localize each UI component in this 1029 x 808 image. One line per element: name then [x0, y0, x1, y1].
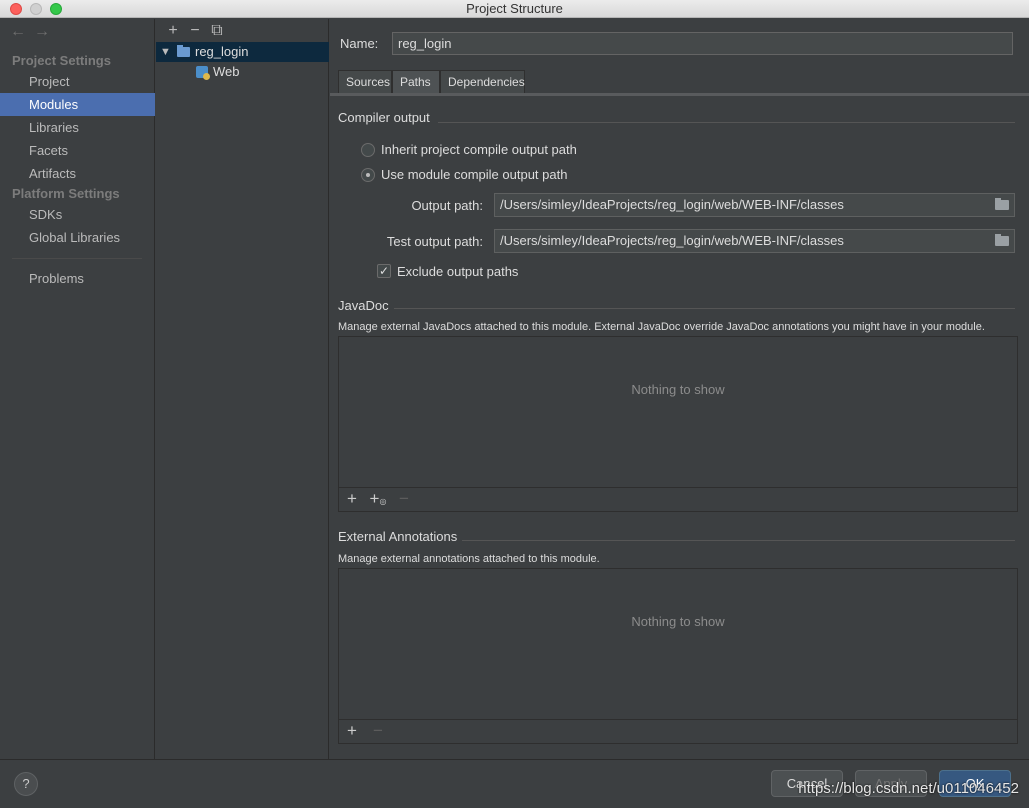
remove-icon[interactable]: − [395, 489, 413, 509]
annotations-list-toolbar: + − [339, 719, 1017, 743]
tree-toolbar: + − ⧉ [162, 22, 228, 42]
module-tree-panel: + − ⧉ ▼ reg_login Web [156, 19, 329, 759]
help-button[interactable]: ? [14, 772, 38, 796]
exclude-output-checkbox[interactable]: ✓ [377, 264, 391, 278]
inherit-output-radio[interactable] [361, 143, 375, 157]
tab-underline [330, 93, 1029, 96]
sidebar-item-facets[interactable]: Facets [0, 139, 155, 162]
use-module-output-label[interactable]: Use module compile output path [381, 167, 567, 182]
use-module-output-radio[interactable] [361, 168, 375, 182]
sidebar-divider [12, 258, 142, 259]
tree-node-web[interactable]: Web [156, 62, 329, 82]
add-module-icon[interactable]: + [162, 22, 184, 40]
web-facet-icon [196, 66, 210, 80]
name-label: Name: [340, 36, 379, 51]
remove-icon[interactable]: − [369, 721, 387, 741]
group-divider [394, 308, 1015, 309]
test-output-path-label: Test output path: [386, 234, 483, 249]
sidebar-item-project[interactable]: Project [0, 70, 155, 93]
annotations-list[interactable]: Nothing to show + − [338, 568, 1018, 744]
settings-sidebar: ← → Project Settings Project Modules Libr… [0, 19, 155, 759]
group-divider [438, 122, 1015, 123]
browse-folder-icon[interactable] [995, 234, 1009, 246]
expand-triangle-icon[interactable]: ▼ [160, 42, 171, 62]
forward-arrow-icon[interactable]: → [34, 23, 50, 40]
test-output-path-value: /Users/simley/IdeaProjects/reg_login/web… [500, 233, 844, 248]
sidebar-item-sdks[interactable]: SDKs [0, 203, 155, 226]
add-url-icon[interactable]: +◎ [369, 489, 387, 509]
javadoc-list-toolbar: + +◎ − [339, 487, 1017, 511]
exclude-output-label[interactable]: Exclude output paths [397, 264, 518, 279]
title-bar: Project Structure [0, 0, 1029, 18]
compiler-output-title: Compiler output [338, 110, 430, 125]
module-details-panel: Name: Sources Paths Dependencies Compile… [330, 19, 1029, 759]
annotations-title: External Annotations [338, 529, 458, 544]
back-arrow-icon[interactable]: ← [10, 23, 26, 40]
group-divider [462, 540, 1015, 541]
test-output-path-field[interactable]: /Users/simley/IdeaProjects/reg_login/web… [494, 229, 1015, 253]
window-title: Project Structure [466, 1, 563, 16]
sidebar-item-problems[interactable]: Problems [0, 267, 155, 290]
tree-node-reg-login[interactable]: ▼ reg_login [156, 42, 329, 62]
dialog-footer: ? Cancel Apply OK https://blog.csdn.net/… [0, 759, 1029, 808]
sidebar-item-global-libraries[interactable]: Global Libraries [0, 226, 155, 249]
section-platform-settings: Platform Settings [12, 186, 120, 201]
remove-module-icon[interactable]: − [184, 22, 206, 40]
watermark-text: https://blog.csdn.net/u011046452 [798, 780, 1019, 797]
annotations-description: Manage external annotations attached to … [338, 553, 600, 565]
module-name-input[interactable] [392, 32, 1013, 55]
javadoc-empty-text: Nothing to show [631, 382, 725, 397]
section-project-settings: Project Settings [12, 53, 111, 68]
javadoc-list[interactable]: Nothing to show + +◎ − [338, 336, 1018, 512]
tree-node-label: Web [213, 64, 240, 79]
browse-folder-icon[interactable] [995, 198, 1009, 210]
add-icon[interactable]: + [343, 721, 361, 741]
output-path-label: Output path: [411, 198, 483, 213]
sidebar-item-modules[interactable]: Modules [0, 93, 155, 116]
javadoc-title: JavaDoc [338, 298, 389, 313]
tree-node-label: reg_login [195, 44, 249, 59]
sidebar-item-artifacts[interactable]: Artifacts [0, 162, 155, 185]
inherit-output-label[interactable]: Inherit project compile output path [381, 142, 577, 157]
nav-arrows: ← → [10, 23, 58, 41]
module-folder-icon [177, 45, 190, 57]
output-path-value: /Users/simley/IdeaProjects/reg_login/web… [500, 197, 844, 212]
copy-module-icon[interactable]: ⧉ [206, 22, 228, 40]
sidebar-item-libraries[interactable]: Libraries [0, 116, 155, 139]
tab-sources[interactable]: Sources [338, 70, 392, 93]
tab-paths[interactable]: Paths [392, 70, 440, 93]
javadoc-description: Manage external JavaDocs attached to thi… [338, 321, 985, 333]
output-path-field[interactable]: /Users/simley/IdeaProjects/reg_login/web… [494, 193, 1015, 217]
annotations-empty-text: Nothing to show [631, 614, 725, 629]
add-icon[interactable]: + [343, 489, 361, 509]
tab-dependencies[interactable]: Dependencies [440, 70, 525, 93]
